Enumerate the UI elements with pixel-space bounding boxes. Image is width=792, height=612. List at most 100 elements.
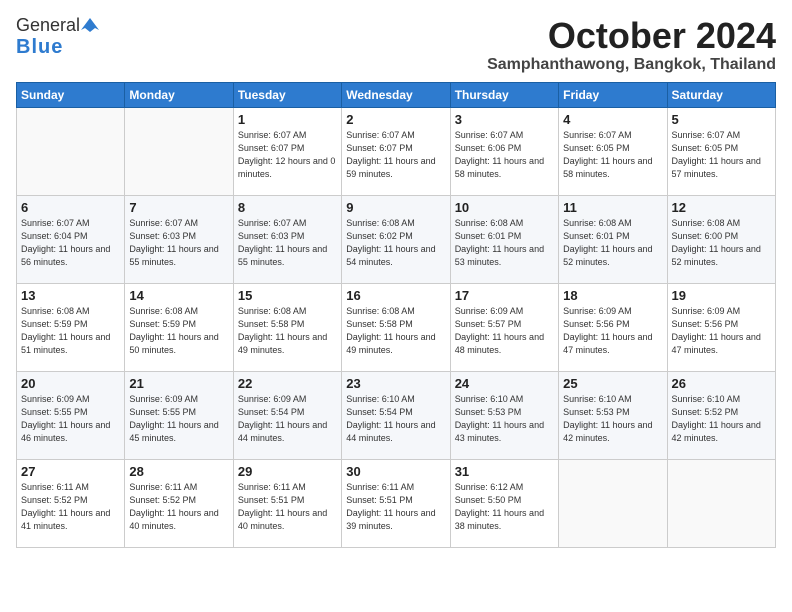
cell-info: Sunrise: 6:09 AMSunset: 5:54 PMDaylight:…	[238, 393, 337, 445]
calendar-cell: 11Sunrise: 6:08 AMSunset: 6:01 PMDayligh…	[559, 195, 667, 283]
day-number: 8	[238, 200, 337, 215]
calendar-cell: 2 Sunrise: 6:07 AMSunset: 6:07 PMDaylight…	[342, 107, 450, 195]
calendar-cell: 28 Sunrise: 6:11 AMSunset: 5:52 PMDayligh…	[125, 459, 233, 547]
day-number: 12	[672, 200, 771, 215]
cell-info: Sunrise: 6:12 AMSunset: 5:50 PMDaylight:…	[455, 481, 554, 533]
cell-info: Sunrise: 6:11 AMSunset: 5:52 PMDaylight:…	[129, 481, 228, 533]
calendar-cell: 17Sunrise: 6:09 AMSunset: 5:57 PMDayligh…	[450, 283, 558, 371]
page-header: General Blue October 2024 Samphanthawong…	[16, 16, 776, 74]
calendar-cell: 3Sunrise: 6:07 AMSunset: 6:06 PMDaylight…	[450, 107, 558, 195]
day-number: 15	[238, 288, 337, 303]
calendar-cell: 25 Sunrise: 6:10 AMSunset: 5:53 PMDayligh…	[559, 371, 667, 459]
calendar-cell: 10 Sunrise: 6:08 AMSunset: 6:01 PMDayligh…	[450, 195, 558, 283]
calendar-cell: 19 Sunrise: 6:09 AMSunset: 5:56 PMDayligh…	[667, 283, 775, 371]
calendar-cell: 29 Sunrise: 6:11 AMSunset: 5:51 PMDayligh…	[233, 459, 341, 547]
calendar-cell: 24 Sunrise: 6:10 AMSunset: 5:53 PMDayligh…	[450, 371, 558, 459]
cell-info: Sunrise: 6:11 AMSunset: 5:51 PMDaylight:…	[346, 481, 445, 533]
calendar-cell	[17, 107, 125, 195]
cell-info: Sunrise: 6:07 AMSunset: 6:05 PMDaylight:…	[672, 129, 771, 181]
calendar-cell: 9 Sunrise: 6:08 AMSunset: 6:02 PMDaylight…	[342, 195, 450, 283]
cell-info: Sunrise: 6:07 AMSunset: 6:07 PMDaylight:…	[238, 129, 337, 181]
weekday-header-saturday: Saturday	[667, 82, 775, 107]
weekday-header-monday: Monday	[125, 82, 233, 107]
day-number: 3	[455, 112, 554, 127]
calendar-cell: 26 Sunrise: 6:10 AMSunset: 5:52 PMDayligh…	[667, 371, 775, 459]
day-number: 23	[346, 376, 445, 391]
cell-info: Sunrise: 6:07 AMSunset: 6:04 PMDaylight:…	[21, 217, 120, 269]
cell-info: Sunrise: 6:10 AMSunset: 5:53 PMDaylight:…	[455, 393, 554, 445]
calendar-cell: 6 Sunrise: 6:07 AMSunset: 6:04 PMDaylight…	[17, 195, 125, 283]
calendar-cell: 22 Sunrise: 6:09 AMSunset: 5:54 PMDayligh…	[233, 371, 341, 459]
calendar-cell: 27Sunrise: 6:11 AMSunset: 5:52 PMDayligh…	[17, 459, 125, 547]
calendar-cell: 7Sunrise: 6:07 AMSunset: 6:03 PMDaylight…	[125, 195, 233, 283]
day-number: 20	[21, 376, 120, 391]
calendar-cell: 5Sunrise: 6:07 AMSunset: 6:05 PMDaylight…	[667, 107, 775, 195]
day-number: 22	[238, 376, 337, 391]
cell-info: Sunrise: 6:08 AMSunset: 6:01 PMDaylight:…	[563, 217, 662, 269]
calendar-cell: 1 Sunrise: 6:07 AMSunset: 6:07 PMDaylight…	[233, 107, 341, 195]
calendar-cell: 31Sunrise: 6:12 AMSunset: 5:50 PMDayligh…	[450, 459, 558, 547]
day-number: 13	[21, 288, 120, 303]
weekday-header-thursday: Thursday	[450, 82, 558, 107]
weekday-header-wednesday: Wednesday	[342, 82, 450, 107]
calendar-table: SundayMondayTuesdayWednesdayThursdayFrid…	[16, 82, 776, 548]
cell-info: Sunrise: 6:07 AMSunset: 6:03 PMDaylight:…	[238, 217, 337, 269]
location-title: Samphanthawong, Bangkok, Thailand	[487, 56, 776, 74]
day-number: 9	[346, 200, 445, 215]
logo-bird-icon	[81, 16, 99, 34]
calendar-cell	[125, 107, 233, 195]
logo-general-text: General	[16, 16, 80, 36]
day-number: 28	[129, 464, 228, 479]
day-number: 4	[563, 112, 662, 127]
cell-info: Sunrise: 6:08 AMSunset: 5:59 PMDaylight:…	[129, 305, 228, 357]
day-number: 29	[238, 464, 337, 479]
logo-blue-text: Blue	[16, 36, 63, 58]
calendar-cell	[667, 459, 775, 547]
day-number: 24	[455, 376, 554, 391]
calendar-cell: 15Sunrise: 6:08 AMSunset: 5:58 PMDayligh…	[233, 283, 341, 371]
cell-info: Sunrise: 6:10 AMSunset: 5:53 PMDaylight:…	[563, 393, 662, 445]
calendar-cell: 8 Sunrise: 6:07 AMSunset: 6:03 PMDaylight…	[233, 195, 341, 283]
cell-info: Sunrise: 6:07 AMSunset: 6:07 PMDaylight:…	[346, 129, 445, 181]
title-area: October 2024 Samphanthawong, Bangkok, Th…	[487, 16, 776, 74]
cell-info: Sunrise: 6:08 AMSunset: 6:00 PMDaylight:…	[672, 217, 771, 269]
calendar-cell: 16 Sunrise: 6:08 AMSunset: 5:58 PMDayligh…	[342, 283, 450, 371]
calendar-week-row: 20 Sunrise: 6:09 AMSunset: 5:55 PMDayligh…	[17, 371, 776, 459]
day-number: 14	[129, 288, 228, 303]
day-number: 25	[563, 376, 662, 391]
calendar-cell: 12 Sunrise: 6:08 AMSunset: 6:00 PMDayligh…	[667, 195, 775, 283]
day-number: 1	[238, 112, 337, 127]
weekday-header-tuesday: Tuesday	[233, 82, 341, 107]
calendar-cell: 21Sunrise: 6:09 AMSunset: 5:55 PMDayligh…	[125, 371, 233, 459]
cell-info: Sunrise: 6:07 AMSunset: 6:03 PMDaylight:…	[129, 217, 228, 269]
day-number: 26	[672, 376, 771, 391]
day-number: 2	[346, 112, 445, 127]
calendar-cell: 14 Sunrise: 6:08 AMSunset: 5:59 PMDayligh…	[125, 283, 233, 371]
cell-info: Sunrise: 6:08 AMSunset: 6:02 PMDaylight:…	[346, 217, 445, 269]
calendar-week-row: 1 Sunrise: 6:07 AMSunset: 6:07 PMDaylight…	[17, 107, 776, 195]
cell-info: Sunrise: 6:08 AMSunset: 6:01 PMDaylight:…	[455, 217, 554, 269]
day-number: 27	[21, 464, 120, 479]
calendar-cell: 18Sunrise: 6:09 AMSunset: 5:56 PMDayligh…	[559, 283, 667, 371]
day-number: 19	[672, 288, 771, 303]
day-number: 17	[455, 288, 554, 303]
cell-info: Sunrise: 6:11 AMSunset: 5:51 PMDaylight:…	[238, 481, 337, 533]
cell-info: Sunrise: 6:10 AMSunset: 5:54 PMDaylight:…	[346, 393, 445, 445]
calendar-cell: 30Sunrise: 6:11 AMSunset: 5:51 PMDayligh…	[342, 459, 450, 547]
month-title: October 2024	[487, 16, 776, 56]
calendar-cell: 23 Sunrise: 6:10 AMSunset: 5:54 PMDayligh…	[342, 371, 450, 459]
calendar-cell: 20Sunrise: 6:09 AMSunset: 5:55 PMDayligh…	[17, 371, 125, 459]
day-number: 10	[455, 200, 554, 215]
cell-info: Sunrise: 6:10 AMSunset: 5:52 PMDaylight:…	[672, 393, 771, 445]
day-number: 18	[563, 288, 662, 303]
weekday-header-sunday: Sunday	[17, 82, 125, 107]
day-number: 6	[21, 200, 120, 215]
day-number: 16	[346, 288, 445, 303]
cell-info: Sunrise: 6:09 AMSunset: 5:55 PMDaylight:…	[129, 393, 228, 445]
cell-info: Sunrise: 6:08 AMSunset: 5:58 PMDaylight:…	[346, 305, 445, 357]
calendar-cell: 4Sunrise: 6:07 AMSunset: 6:05 PMDaylight…	[559, 107, 667, 195]
cell-info: Sunrise: 6:09 AMSunset: 5:56 PMDaylight:…	[672, 305, 771, 357]
cell-info: Sunrise: 6:08 AMSunset: 5:59 PMDaylight:…	[21, 305, 120, 357]
calendar-week-row: 13 Sunrise: 6:08 AMSunset: 5:59 PMDayligh…	[17, 283, 776, 371]
calendar-cell	[559, 459, 667, 547]
